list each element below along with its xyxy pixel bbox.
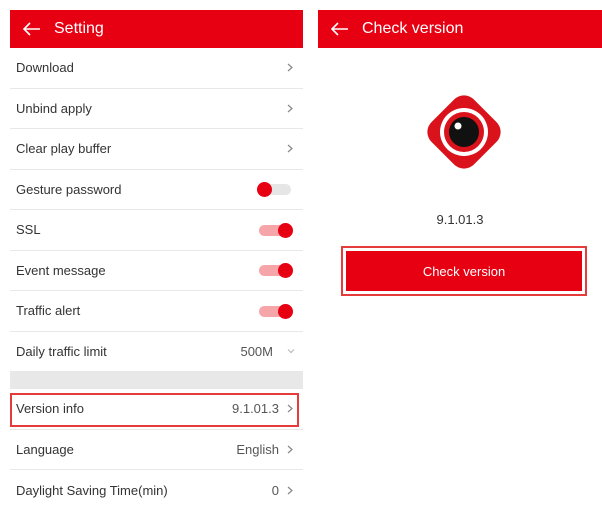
row-label: Unbind apply [16, 100, 92, 116]
row-gesture-password: Gesture password [10, 170, 303, 210]
row-clear-play-buffer[interactable]: Clear play buffer [10, 129, 303, 170]
row-ssl: SSL [10, 210, 303, 251]
ssl-toggle[interactable] [257, 221, 293, 239]
row-event-message: Event message [10, 251, 303, 291]
row-daily-traffic-limit[interactable]: Daily traffic limit 500M [10, 332, 303, 372]
check-version-screen: Check version 9.1.01.3 Check version [318, 0, 602, 506]
chevron-right-icon [287, 63, 295, 73]
back-arrow-icon[interactable] [328, 17, 352, 41]
row-download[interactable]: Download [10, 48, 303, 89]
check-version-button[interactable]: Check version [346, 251, 582, 291]
app-logo-icon [412, 80, 516, 184]
row-daylight-saving[interactable]: Daylight Saving Time(min) 0 [10, 470, 303, 511]
row-label: Language [16, 441, 74, 457]
language-value: English [236, 441, 279, 457]
chevron-down-icon [287, 346, 295, 356]
daily-traffic-limit-value: 500M [240, 343, 273, 359]
gesture-password-toggle[interactable] [257, 180, 293, 198]
row-label: SSL [16, 222, 41, 238]
setting-screen: Setting Download Unbind apply Clear play… [10, 0, 303, 506]
daylight-saving-value: 0 [271, 482, 279, 498]
version-info-highlight [10, 393, 299, 427]
row-unbind-apply[interactable]: Unbind apply [10, 89, 303, 129]
row-label: Gesture password [16, 181, 122, 197]
chevron-right-icon [287, 485, 295, 495]
row-label: Traffic alert [16, 303, 81, 319]
back-arrow-icon[interactable] [20, 17, 44, 41]
traffic-alert-toggle[interactable] [257, 302, 293, 320]
page-title: Check version [362, 20, 464, 37]
row-label: Daylight Saving Time(min) [16, 482, 168, 498]
setting-app-bar: Setting [10, 10, 303, 48]
check-version-app-bar: Check version [318, 10, 602, 48]
chevron-right-icon [287, 144, 295, 154]
row-label: Download [16, 60, 74, 76]
chevron-right-icon [287, 444, 295, 454]
settings-list: Download Unbind apply Clear play buffer … [10, 48, 303, 511]
section-divider [10, 372, 303, 389]
row-label: Event message [16, 262, 106, 278]
event-message-toggle[interactable] [257, 261, 293, 279]
row-language[interactable]: Language English [10, 430, 303, 470]
version-number: 9.1.01.3 [436, 212, 484, 227]
chevron-right-icon [287, 103, 295, 113]
row-label: Daily traffic limit [16, 343, 107, 359]
page-title: Setting [54, 20, 104, 37]
row-traffic-alert: Traffic alert [10, 291, 303, 332]
row-label: Clear play buffer [16, 141, 112, 157]
